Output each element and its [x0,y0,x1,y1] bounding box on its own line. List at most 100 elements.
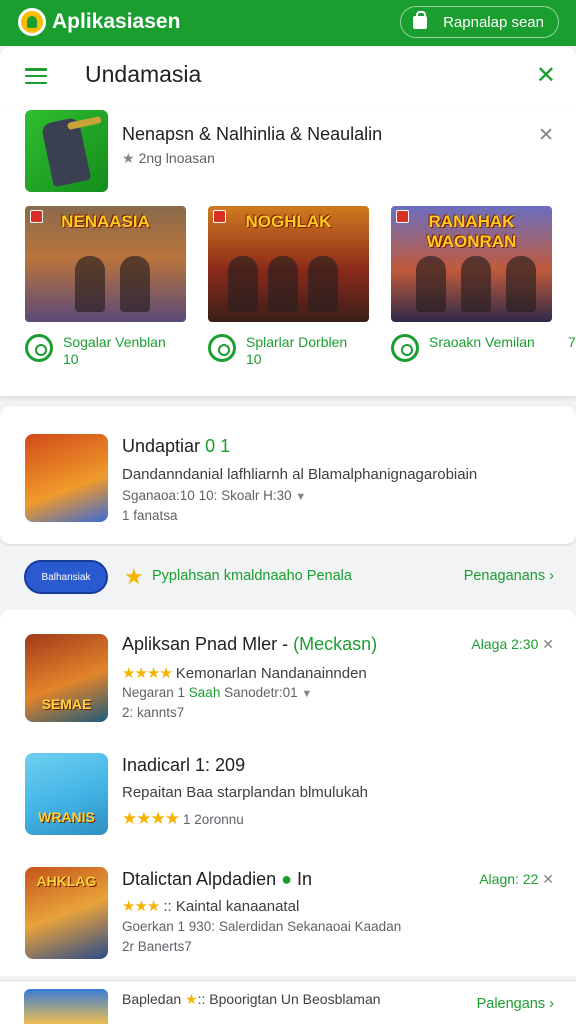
caption-line: 10 [246,351,262,367]
app-icon-word: WRANIS [38,809,95,825]
app-icon[interactable]: SEMAE [25,634,108,722]
bottom-text-detail: :: Bpoorigtan Un Beosblaman [197,991,381,1007]
top-app-bar: Aplikasiasen Rapnalap sean [0,0,576,46]
page-title: Undamasia [85,61,202,87]
bottom-link-label: Palengans [476,996,546,1012]
app-meta-tag: Saah [188,685,221,700]
app-meta-rest: Sanodetr:01 [220,685,298,700]
app-icon-word: AHKLAG [36,873,97,889]
app-rating-line: ★★★★ Kemonarlan Nandanainnden [122,664,367,682]
app-title[interactable]: Undaptiar 0 1 [122,436,230,457]
app-meta-2: 1 fanatsa [122,508,178,523]
promo-link-label: Penaganans [463,568,546,584]
app-description: Dandanndanial lafhliarnh al Blamalphanig… [122,466,478,483]
promo-row[interactable]: Balhansiak ★ Pyplahsan kmaldnaaho Penala… [0,554,576,600]
brand-name: Aplikasiasen [52,10,181,33]
app-description: Kemonarlan Nandanainnden [175,665,367,682]
star-rating-icon: ★★★★ [122,665,173,682]
promo-link[interactable]: Penaganans › [464,568,554,584]
row-meta-right: Alaga 2:30 ✕ [471,636,554,653]
app-title[interactable]: Inadicarl 1: 209 [122,755,245,776]
featured-subtitle: ★ 2ng lnoasan [122,150,215,167]
star-icon: ★ [122,150,135,166]
app-icon[interactable]: WRANIS [25,753,108,835]
app-meta-text: Negaran 1 [122,685,189,700]
bottom-text: Bapledan ★:: Bpoorigtan Un Beosblaman [122,991,381,1008]
app-icon-word: SEMAE [41,696,92,712]
row-meta-right: Alagn: 22 ✕ [479,871,554,888]
chevron-down-icon[interactable]: ▼ [301,688,312,700]
screenshot-carousel[interactable]: NENAASIA NOGHLAK RANAHAK WAONRAN [25,206,574,322]
screenshot-captions: Sogalar Venblan 10 Splarlar Dorblen 10 Sra… [25,334,574,368]
app-description: :: Kaintal kanaanatal [163,898,300,915]
screenshot-caption[interactable]: Sraoakn Vemilan [391,334,574,368]
app-title-text: Apliksan Pnad Mler - [122,634,294,654]
verified-badge: ● [281,869,292,889]
app-title[interactable]: Dtalictan Alpdadien ● In [122,869,312,890]
app-meta: Sganaoa:10 10: Skoalr H:30 ▼ [122,488,306,503]
close-icon[interactable]: ✕ [542,636,554,652]
app-title[interactable]: Apliksan Pnad Mler - (Meckasn) [122,634,377,655]
row-meta-right-text: Alaga 2:30 [471,636,539,652]
app-meta-2: 2r Banerts7 [122,939,192,954]
featured-app-icon[interactable] [25,110,108,192]
screenshot-label: RANAHAK WAONRAN [426,212,517,251]
app-title-text: Dtalictan Alpdadien [122,869,277,889]
app-meta-text: Sganaoa:10 10: Skoalr H:30 [122,488,292,503]
shopping-bag-icon [413,10,428,29]
app-icon[interactable]: AHKLAG [25,867,108,959]
app-title-text: Undaptiar [122,436,201,456]
app-title-tag: (Meckasn) [293,634,378,654]
more-caption: 7 [568,334,576,350]
gear-icon [25,334,53,362]
chevron-down-icon[interactable]: ▼ [295,491,306,503]
star-icon: ★ [124,564,144,589]
brand[interactable]: Aplikasiasen [18,8,180,36]
verified-badge: 0 1 [205,436,231,456]
chevron-right-icon: › [549,996,554,1012]
star-rating-icon: ★★★ [122,898,160,915]
caption-line: 10 [63,351,79,367]
gear-icon [208,334,236,362]
app-meta-2: 2: kannts7 [122,705,185,720]
featured-title[interactable]: Nenapsn & Nalhinlia & Neaulalin [122,124,382,145]
app-store-logo-icon [18,8,46,36]
app-description: Repaitan Baa starplandan blmulukah [122,784,368,801]
close-icon[interactable]: ✕ [536,64,556,88]
screenshot-caption[interactable]: Splarlar Dorblen 10 [208,334,391,368]
caption-line: Sogalar Venblan [63,334,166,350]
app-title-badge: In [297,869,313,889]
close-icon[interactable]: ✕ [542,871,554,887]
screenshot-3[interactable]: RANAHAK WAONRAN [391,206,552,322]
search-header: Undamasia ✕ [0,46,576,106]
gear-icon [391,334,419,362]
top-action-button[interactable]: Rapnalap sean [400,6,559,38]
caption-line: Sraoakn Vemilan [429,334,535,350]
app-icon[interactable] [25,434,108,522]
screenshot-2[interactable]: NOGHLAK [208,206,369,322]
bottom-thumbnail[interactable] [24,989,108,1024]
screenshot-label: NOGHLAK [245,212,332,231]
bottom-link[interactable]: Palengans › [477,996,554,1012]
screenshot-1[interactable]: NENAASIA [25,206,186,322]
featured-rating-text: 2ng lnoasan [138,150,215,166]
chevron-right-icon: › [549,568,554,584]
bottom-row[interactable]: Bapledan ★:: Bpoorigtan Un Beosblaman Pa… [0,980,576,1024]
screenshot-caption[interactable]: Sogalar Venblan 10 [25,334,208,368]
app-rating-line: ★★★:: Kaintal kanaanatal [122,897,299,915]
app-rating: ★★★★ 1 2oronnu [122,809,244,829]
caption-line: Splarlar Dorblen [246,334,348,350]
star-icon: ★ [185,991,198,1007]
app-meta: Goerkan 1 930: Salerdidan Sekanaoai Kaad… [122,919,402,934]
app-rating-text: 1 2oronnu [182,812,244,827]
star-rating-icon: ★★★★ [122,809,180,828]
menu-icon[interactable] [25,68,47,84]
app-meta: Negaran 1 Saah Sanodetr:01 ▼ [122,685,312,700]
row-meta-right-text: Alagn: 22 [479,871,539,887]
screenshot-label: NENAASIA [61,212,150,231]
dismiss-icon[interactable]: ✕ [538,124,554,147]
top-action-label: Rapnalap sean [443,13,544,31]
promo-pill[interactable]: Balhansiak [24,560,108,594]
promo-text: Pyplahsan kmaldnaaho Penala [152,568,352,584]
bottom-text-label: Bapledan [122,991,182,1007]
